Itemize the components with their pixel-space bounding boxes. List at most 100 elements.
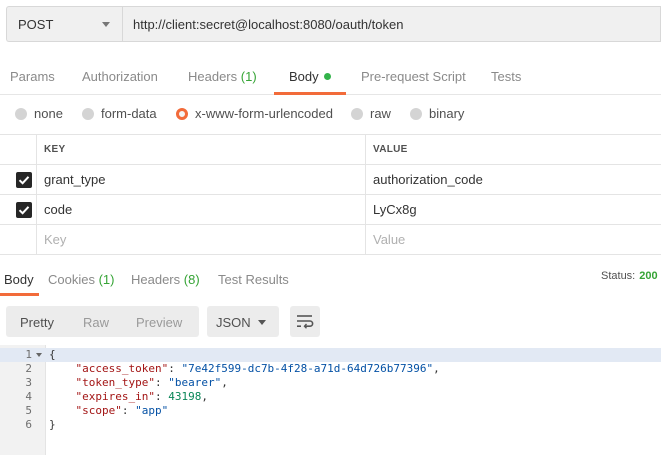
tab-params[interactable]: Params	[10, 69, 55, 84]
radio-unchecked-icon	[15, 107, 27, 120]
status-label: Status:	[601, 270, 636, 282]
response-tab-headers[interactable]: Headers (8)	[131, 272, 200, 287]
row-check-cell	[0, 165, 37, 194]
response-body-editor[interactable]: 1 { 2 "access_token": "7e42f599-dc7b-4f2…	[0, 345, 661, 455]
param-value-input[interactable]: LyCx8g	[366, 195, 661, 224]
tab-label: Authorization	[82, 69, 158, 84]
code-text: {	[49, 348, 56, 361]
tab-label: Headers	[131, 272, 181, 287]
code-text: "access_token": "7e42f599-dc7b-4f28-a71d…	[75, 362, 440, 375]
checkmark-icon[interactable]	[16, 172, 32, 188]
tab-authorization[interactable]: Authorization	[82, 69, 158, 84]
code-line: 5 "scope": "app"	[0, 404, 661, 418]
json-number-value: 43198	[168, 390, 202, 403]
method-select[interactable]: POST	[6, 6, 122, 42]
tab-pre-request-script[interactable]: Pre-request Script	[361, 69, 466, 84]
tab-label: Test Results	[218, 272, 289, 287]
url-input[interactable]: http://client:secret@localhost:8080/oaut…	[122, 6, 661, 42]
json-string-value: "app"	[135, 404, 169, 417]
format-select[interactable]: JSON	[207, 306, 279, 337]
tab-tests[interactable]: Tests	[491, 69, 521, 84]
tab-count: (8)	[183, 272, 200, 287]
code-text: }	[49, 418, 56, 431]
radio-label: binary	[429, 106, 465, 121]
response-tab-body[interactable]: Body	[4, 272, 34, 287]
row-check-cell	[0, 195, 37, 224]
new-value-input[interactable]: Value	[366, 225, 661, 254]
radio-none[interactable]: none	[15, 106, 63, 121]
tab-label: Params	[10, 69, 55, 84]
param-key-input[interactable]: grant_type	[37, 165, 366, 194]
header-check-cell	[0, 135, 37, 164]
line-number: 5	[25, 404, 32, 417]
params-table: KEY VALUE grant_type authorization_code …	[0, 134, 661, 255]
view-preview-button[interactable]: Preview	[136, 315, 182, 330]
tab-count: (1)	[98, 272, 115, 287]
view-pretty-button[interactable]: Pretty	[20, 315, 54, 330]
code-text: "scope": "app"	[75, 404, 169, 417]
new-key-input[interactable]: Key	[37, 225, 366, 254]
tab-label: Headers	[188, 69, 238, 84]
status-code: 200	[639, 270, 658, 282]
radio-label: raw	[370, 106, 391, 121]
radio-label: x-www-form-urlencoded	[195, 106, 333, 121]
table-header-row: KEY VALUE	[0, 134, 661, 165]
json-key: "scope"	[75, 404, 122, 417]
checkmark-icon[interactable]	[16, 202, 32, 218]
radio-label: none	[34, 106, 63, 121]
format-label: JSON	[216, 315, 251, 330]
tab-headers[interactable]: Headers (1)	[188, 69, 257, 84]
response-tab-cookies[interactable]: Cookies (1)	[48, 272, 114, 287]
radio-label: form-data	[101, 106, 157, 121]
tab-label: Cookies	[48, 272, 95, 287]
tab-body[interactable]: Body	[289, 69, 331, 84]
param-key-input[interactable]: code	[37, 195, 366, 224]
code-line: 2 "access_token": "7e42f599-dc7b-4f28-a7…	[0, 362, 661, 376]
param-value-input[interactable]: authorization_code	[366, 165, 661, 194]
response-toolbar: Pretty Raw Preview JSON	[0, 306, 661, 338]
json-key: "token_type"	[75, 376, 155, 389]
response-tab-test-results[interactable]: Test Results	[218, 272, 289, 287]
code-line: 6 }	[0, 418, 661, 432]
wrap-lines-button[interactable]	[290, 306, 320, 337]
json-key: "expires_in"	[75, 390, 155, 403]
radio-unchecked-icon	[351, 107, 363, 120]
view-mode-group: Pretty Raw Preview	[6, 306, 199, 337]
radio-unchecked-icon	[82, 107, 94, 120]
status-badge: Status: 200	[601, 270, 658, 282]
tab-label: Body	[289, 69, 319, 84]
code-text: "token_type": "bearer",	[75, 376, 228, 389]
code-line: 4 "expires_in": 43198,	[0, 390, 661, 404]
method-label: POST	[18, 16, 54, 32]
table-row-new: Key Value	[0, 225, 661, 255]
wrap-lines-icon	[297, 315, 314, 329]
code-line: 3 "token_type": "bearer",	[0, 376, 661, 390]
json-string-value: "bearer"	[168, 376, 222, 389]
line-number: 2	[25, 362, 32, 375]
active-tab-indicator	[274, 92, 346, 95]
line-number: 3	[25, 376, 32, 389]
chevron-down-icon	[102, 22, 110, 27]
row-check-cell	[0, 225, 37, 254]
json-key: "access_token"	[75, 362, 169, 375]
radio-raw[interactable]: raw	[351, 106, 391, 121]
view-raw-button[interactable]: Raw	[83, 315, 109, 330]
radio-x-www-form-urlencoded[interactable]: x-www-form-urlencoded	[176, 106, 333, 121]
line-number: 4	[25, 390, 32, 403]
radio-binary[interactable]: binary	[410, 106, 464, 121]
fold-caret-icon[interactable]	[36, 353, 42, 357]
tab-label: Pre-request Script	[361, 69, 466, 84]
tab-label: Tests	[491, 69, 522, 84]
chevron-down-icon	[258, 320, 266, 325]
table-row: grant_type authorization_code	[0, 165, 661, 195]
active-response-tab-indicator	[0, 293, 39, 296]
code-line: 1 {	[0, 348, 661, 362]
radio-unchecked-icon	[410, 107, 422, 120]
tab-label: Body	[4, 272, 34, 287]
radio-form-data[interactable]: form-data	[82, 106, 157, 121]
request-url-bar: POST http://client:secret@localhost:8080…	[0, 0, 661, 46]
body-type-radios: none form-data x-www-form-urlencoded raw…	[0, 103, 661, 127]
column-header-value: VALUE	[373, 144, 408, 155]
request-tabs: Params Authorization Headers (1) Body Pr…	[0, 59, 661, 95]
json-string-value: "7e42f599-dc7b-4f28-a71d-64d726b77396"	[181, 362, 434, 375]
